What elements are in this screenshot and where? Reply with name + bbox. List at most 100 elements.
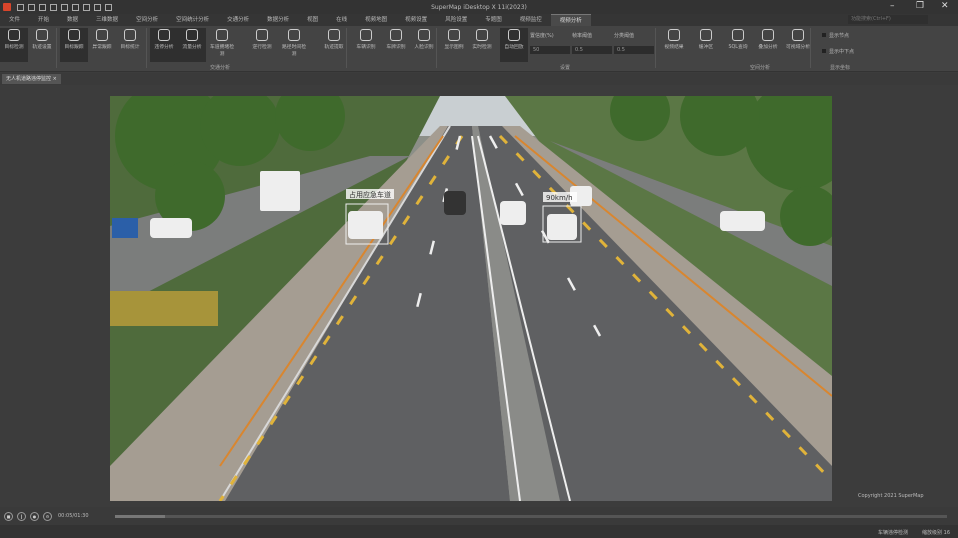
open-icon[interactable] xyxy=(28,3,35,11)
menu-tab[interactable]: 三维数据 xyxy=(87,14,127,26)
ribbon-button-label: 车道拥堵检测 xyxy=(210,45,234,57)
ribbon-button[interactable]: 违停分析 xyxy=(150,28,178,62)
menu-tab[interactable]: 在线 xyxy=(327,14,356,26)
menu-tab[interactable]: 视频分析 xyxy=(550,14,591,26)
ribbon-group-label: 交通分析 xyxy=(210,65,231,71)
ribbon-button[interactable]: 实时检测 xyxy=(468,28,496,50)
window-title: SuperMap iDesktop X 11i(2023) xyxy=(431,3,527,11)
copyright: Copyright 2021 SuperMap xyxy=(858,493,924,499)
menu-tab[interactable]: 空间分析 xyxy=(127,14,167,26)
stop-button[interactable]: ■ xyxy=(4,511,13,521)
minimize-button[interactable]: – xyxy=(890,1,895,11)
ribbon-button[interactable]: 人脸识别 xyxy=(410,28,438,50)
zoom-in-icon[interactable] xyxy=(72,3,79,11)
restore-button[interactable]: ❐ xyxy=(916,1,924,11)
road-sign xyxy=(112,218,138,238)
display-checkbox[interactable]: 显示节点 xyxy=(822,32,849,39)
menu-tab[interactable]: 数据分析 xyxy=(258,14,298,26)
menu-tab[interactable]: 空间统计分析 xyxy=(167,14,218,26)
divider xyxy=(346,28,347,68)
menu-tab[interactable]: 专题图 xyxy=(476,14,511,26)
ribbon-button[interactable]: 显示图例 xyxy=(440,28,468,50)
document-tabs: 无人机道路违停监控 × xyxy=(0,73,958,85)
ribbon-button[interactable]: 目标检测 xyxy=(0,28,28,62)
ribbon-group-label: 显示坐标 xyxy=(830,65,851,71)
ribbon-button[interactable]: 自动回放 xyxy=(500,28,528,62)
divider xyxy=(436,28,437,68)
video-viewer: 占用应急车道 90km/h xyxy=(0,86,958,506)
ribbon-button[interactable]: 路径时间检测 xyxy=(280,28,308,57)
close-button[interactable]: ✕ xyxy=(941,1,949,11)
ribbon-button[interactable]: 缓冲区 xyxy=(692,28,720,50)
tool-icon xyxy=(256,29,268,41)
video-frame[interactable]: 占用应急车道 90km/h xyxy=(110,96,832,501)
tool-icon xyxy=(8,29,20,41)
menu-tab[interactable]: 文件 xyxy=(0,14,29,26)
speed-label: 90km/h xyxy=(546,194,573,202)
progress-slider[interactable] xyxy=(115,515,947,518)
checkbox-label: 显示中下点 xyxy=(829,49,855,55)
progress-fill xyxy=(115,515,165,518)
tool-icon xyxy=(390,29,402,41)
ribbon-button[interactable]: 异常跟踪 xyxy=(88,28,116,50)
tool-icon xyxy=(668,29,680,41)
ribbon-button[interactable]: 叠加分析 xyxy=(754,28,782,50)
ribbon-button[interactable]: 可视域分析 xyxy=(784,28,812,50)
ribbon-button-label: 实时检测 xyxy=(472,45,492,50)
new-icon[interactable] xyxy=(17,3,24,11)
record-button[interactable]: ● xyxy=(30,511,39,521)
setting-spinner[interactable]: 0.5 xyxy=(572,46,612,54)
tool-icon xyxy=(700,29,712,41)
tool-icon xyxy=(328,29,340,41)
setting-spinner[interactable]: 50 xyxy=(530,46,570,54)
search-input[interactable]: 功能搜索(Ctrl+F) xyxy=(848,15,928,24)
close-tab-icon[interactable]: × xyxy=(53,76,57,82)
tool-icon xyxy=(288,29,300,41)
setting-spinner[interactable]: 0.5 xyxy=(614,46,654,54)
status-bar: 车辆违停检测 缩放级别 16 xyxy=(0,525,958,538)
undo-icon[interactable] xyxy=(50,3,57,11)
ribbon-button-label: SQL查询 xyxy=(728,45,748,50)
ribbon-button[interactable]: SQL查询 xyxy=(724,28,752,50)
ribbon-button[interactable]: 车辆识别 xyxy=(352,28,380,50)
ribbon-button[interactable]: 视频结果 xyxy=(660,28,688,50)
menu-tab[interactable]: 视图 xyxy=(298,14,327,26)
ribbon-group-label: 设置 xyxy=(560,65,571,71)
status-right: 缩放级别 16 xyxy=(922,530,950,536)
ribbon-button-label: 车辆识别 xyxy=(356,45,376,50)
pan-icon[interactable] xyxy=(61,3,68,11)
ribbon-button-label: 目标统计 xyxy=(120,45,140,50)
menu-tab[interactable]: 风险设置 xyxy=(436,14,476,26)
ribbon: 目标检测 轨迹设置 目标跟踪 异常跟踪 目标统计 违停分析 流量分析 车道拥堵检测 逆行检测 路径… xyxy=(0,26,958,72)
save-icon[interactable] xyxy=(39,3,46,11)
menu-tab[interactable]: 开始 xyxy=(29,14,58,26)
ribbon-button-label: 目标检测 xyxy=(4,45,24,50)
document-tab[interactable]: 无人机道路违停监控 × xyxy=(2,74,61,84)
ribbon-button[interactable]: 车牌识别 xyxy=(382,28,410,50)
ribbon-button[interactable]: 目标跟踪 xyxy=(60,28,88,62)
menu-tab[interactable]: 视频监控 xyxy=(511,14,551,26)
settings-button[interactable]: ⚙ xyxy=(43,511,52,521)
ribbon-button-label: 路径时间检测 xyxy=(282,45,306,57)
display-checkbox[interactable]: 显示中下点 xyxy=(822,48,854,55)
zoom-out-icon[interactable] xyxy=(83,3,90,11)
menu-tab[interactable]: 视频地图 xyxy=(356,14,396,26)
menu-tab[interactable]: 交通分析 xyxy=(218,14,258,26)
pause-button[interactable]: ‖ xyxy=(17,511,26,521)
ribbon-button[interactable]: 轨迹设置 xyxy=(28,28,56,50)
ribbon-button-label: 轨迹设置 xyxy=(32,45,52,50)
ribbon-button-label: 叠加分析 xyxy=(758,45,778,50)
ribbon-button[interactable]: 流量分析 xyxy=(178,28,206,62)
ribbon-button-label: 车牌识别 xyxy=(386,45,406,50)
divider xyxy=(56,28,57,68)
car xyxy=(348,211,383,239)
menu-tab[interactable]: 数据 xyxy=(58,14,87,26)
ribbon-button[interactable]: 车道拥堵检测 xyxy=(208,28,236,57)
ribbon-button[interactable]: 逆行检测 xyxy=(248,28,276,50)
app-logo-icon xyxy=(3,3,11,11)
ribbon-button[interactable]: 目标统计 xyxy=(116,28,144,50)
menu-tab[interactable]: 视频设置 xyxy=(396,14,436,26)
folder-icon[interactable] xyxy=(105,3,112,11)
ribbon-button[interactable]: 轨迹提取 xyxy=(320,28,348,50)
full-extent-icon[interactable] xyxy=(94,3,101,11)
